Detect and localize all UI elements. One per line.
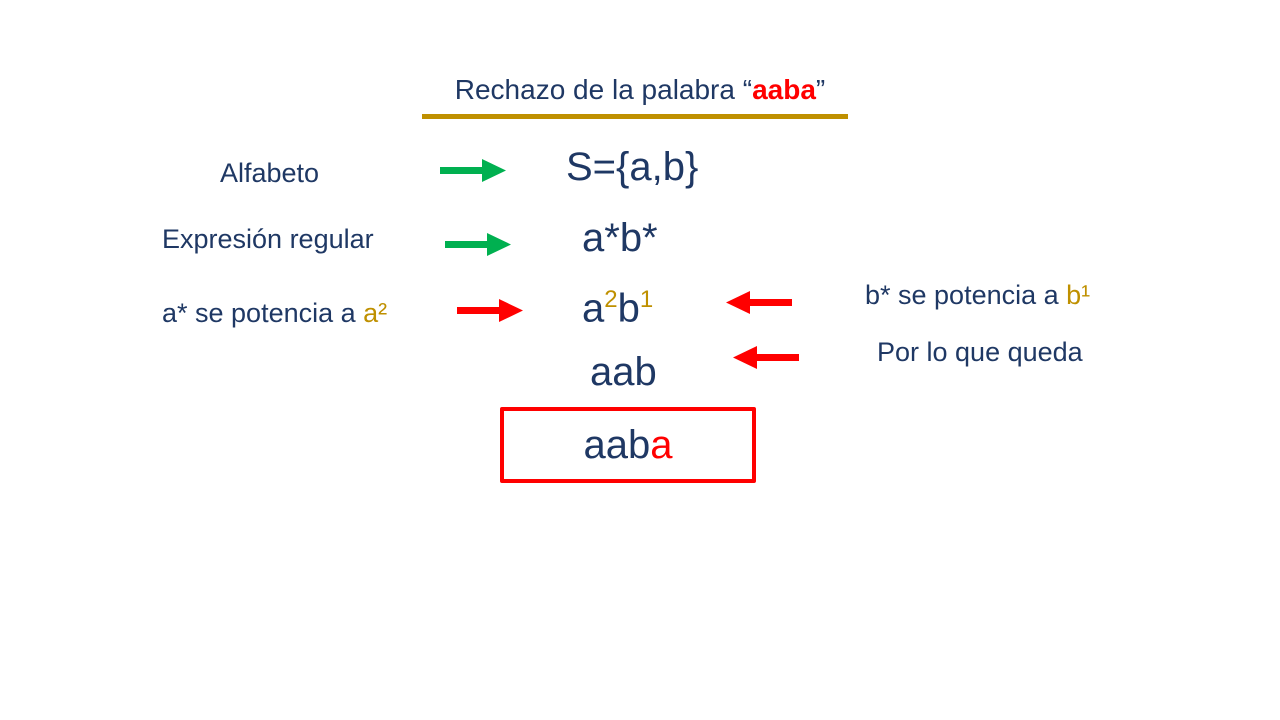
rejected-word-extra-part: a: [650, 423, 673, 467]
power-right-label-prefix: b* se potencia a: [865, 280, 1059, 310]
rejected-word: aaba: [500, 423, 756, 468]
title-open-quote: “: [742, 74, 753, 105]
green-arrow-right-icon: [440, 159, 506, 182]
power-base-a: a: [582, 286, 605, 331]
red-arrow-left-icon: [726, 291, 792, 314]
power-right-label: b* se potencia a b¹: [865, 280, 1090, 311]
power-right-label-highlight: b¹: [1066, 280, 1091, 310]
result-value: aab: [590, 350, 657, 394]
result-note: Por lo que queda: [877, 337, 1083, 367]
title-word: aaba: [752, 74, 816, 105]
regex-value: a*b*: [582, 216, 658, 260]
power-left-label-highlight: a²: [363, 298, 388, 328]
regex-label: Expresión regular: [162, 224, 374, 254]
title-close-quote: ”: [815, 74, 826, 105]
power-left-label-prefix: a* se potencia a: [162, 298, 356, 328]
power-expression: a2b1: [582, 286, 653, 331]
power-base-b: b: [617, 286, 640, 331]
power-exp-b: 1: [639, 286, 654, 313]
title-underline: [422, 114, 848, 119]
red-arrow-left-icon: [733, 346, 799, 369]
alphabet-label: Alfabeto: [220, 158, 320, 188]
power-left-label: a* se potencia a a²: [162, 298, 387, 329]
slide-title: Rechazo de la palabra “aaba”: [0, 74, 1280, 106]
red-arrow-right-icon: [457, 299, 523, 322]
power-exp-a: 2: [604, 286, 618, 313]
title-prefix: Rechazo de la palabra: [454, 74, 735, 105]
alphabet-value: S={a,b}: [566, 145, 699, 189]
rejected-word-accepted-part: aab: [583, 423, 651, 467]
green-arrow-right-icon: [445, 233, 511, 256]
